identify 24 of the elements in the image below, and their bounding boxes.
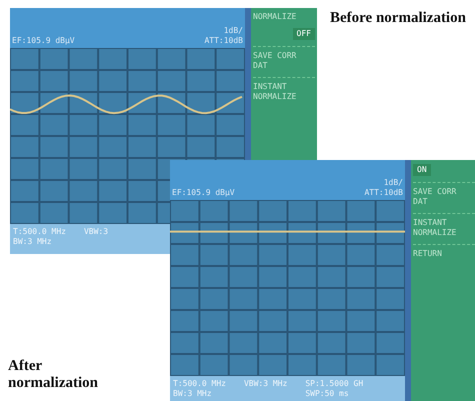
softkey[interactable]: SAVE CORR DAT: [413, 182, 475, 207]
footer-reading: VBW:3: [84, 227, 108, 237]
softkey[interactable]: INSTANT NORMALIZE: [253, 77, 315, 102]
reference-level-label: EF:105.9 dBμV: [12, 36, 75, 46]
footer-reading: T:500.0 MHz: [13, 227, 66, 237]
footer-reading: BW:3 MHz: [13, 237, 53, 247]
softkey[interactable]: INSTANT NORMALIZE: [413, 213, 475, 238]
caption: After normalization: [8, 358, 99, 392]
caption: Before normalization: [330, 10, 467, 27]
footer-reading: T:500.0 MHz: [173, 379, 226, 389]
reference-level-label: EF:105.9 dBμV: [172, 188, 235, 198]
softkey[interactable]: RETURN: [413, 244, 475, 259]
toggle-softkey[interactable]: ON: [413, 164, 431, 176]
attenuation-label: ATT:10dB: [364, 188, 403, 198]
footer-reading: SP:1.5000 GH: [305, 379, 364, 389]
scale-label: 1dB/: [224, 26, 243, 36]
attenuation-label: ATT:10dB: [204, 36, 243, 46]
softkey-title: NORMALIZE: [253, 12, 298, 22]
softkey[interactable]: SAVE CORR DAT: [253, 46, 315, 71]
footer-reading: SWP:50 ms: [305, 389, 350, 399]
footer-reading: BW:3 MHz: [173, 389, 213, 399]
footer-reading: VBW:3 MHz: [244, 379, 288, 389]
toggle-softkey[interactable]: OFF: [292, 28, 315, 40]
scale-label: 1dB/: [384, 178, 403, 188]
